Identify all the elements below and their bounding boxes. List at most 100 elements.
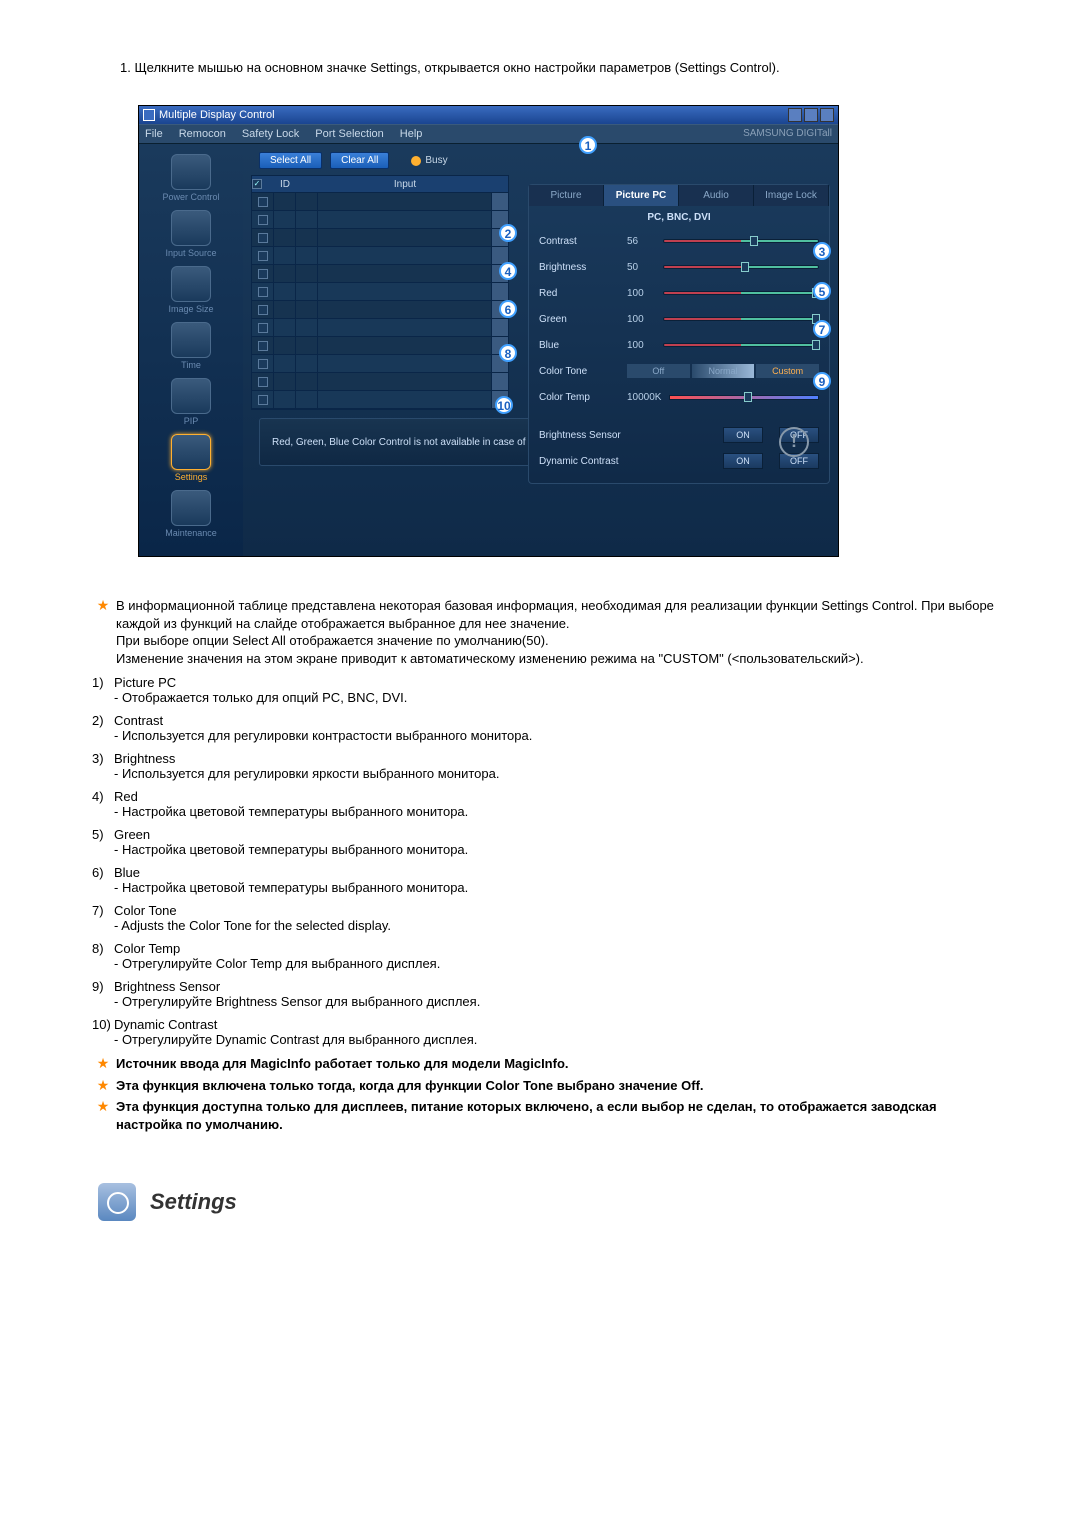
item-number: 5) (92, 827, 114, 857)
row-checkbox[interactable] (258, 233, 268, 243)
brightness-slider[interactable] (663, 265, 819, 269)
item-title: Picture PC (114, 675, 176, 690)
sidebar-item-time[interactable]: Time (139, 322, 243, 370)
panel-tabs: Picture Picture PC Audio Image Lock (529, 185, 829, 206)
row-checkbox[interactable] (258, 377, 268, 387)
row-checkbox[interactable] (258, 323, 268, 333)
menu-remocon[interactable]: Remocon (179, 128, 226, 140)
tab-picture[interactable]: Picture (529, 185, 604, 206)
menu-safety-lock[interactable]: Safety Lock (242, 128, 299, 140)
sidebar-item-image-size[interactable]: Image Size (139, 266, 243, 314)
tab-image-lock[interactable]: Image Lock (754, 185, 829, 206)
item-sub: - Отрегулируйте Dynamic Contrast для выб… (114, 1032, 1000, 1047)
row-checkbox[interactable] (258, 251, 268, 261)
row-checkbox[interactable] (258, 359, 268, 369)
blue-slider[interactable] (663, 343, 819, 347)
item-sub: - Настройка цветовой температуры выбранн… (114, 842, 1000, 857)
toolbar: Select All Clear All Busy (251, 152, 830, 169)
contrast-slider[interactable] (663, 239, 819, 243)
green-slider[interactable] (663, 317, 819, 321)
color-temp-slider[interactable] (669, 395, 819, 400)
star-icon: ★ (90, 1055, 116, 1073)
sidebar-item-maintenance[interactable]: Maintenance (139, 490, 243, 538)
table-row[interactable] (252, 355, 508, 373)
note-text: В информационной таблице представлена не… (116, 597, 1000, 667)
sidebar-item-power-control[interactable]: Power Control (139, 154, 243, 202)
table-row[interactable] (252, 319, 508, 337)
item-sub: - Настройка цветовой температуры выбранн… (114, 804, 1000, 819)
row-checkbox[interactable] (258, 287, 268, 297)
table-row[interactable] (252, 229, 508, 247)
row-checkbox[interactable] (258, 395, 268, 405)
setting-value: 100 (627, 314, 663, 325)
clear-all-button[interactable]: Clear All (330, 152, 389, 169)
checkbox-header[interactable] (252, 179, 262, 189)
table-row[interactable] (252, 373, 508, 391)
table-row[interactable] (252, 265, 508, 283)
item-title: Green (114, 827, 150, 842)
star-note-bold: ★Эта функция включена только тогда, когд… (90, 1077, 1000, 1095)
settings-section-icon (98, 1183, 136, 1221)
grid-header: ID Input (251, 175, 509, 193)
close-icon[interactable] (820, 108, 834, 122)
table-row[interactable] (252, 391, 508, 409)
list-item: 10)Dynamic Contrast- Отрегулируйте Dynam… (92, 1017, 1000, 1047)
list-item: 8)Color Temp- Отрегулируйте Color Temp д… (92, 941, 1000, 971)
callout-6: 6 (499, 300, 517, 318)
menu-port-selection[interactable]: Port Selection (315, 128, 383, 140)
sidebar-item-input-source[interactable]: Input Source (139, 210, 243, 258)
item-sub: - Отрегулируйте Brightness Sensor для вы… (114, 994, 1000, 1009)
table-row[interactable] (252, 193, 508, 211)
busy-indicator: Busy (411, 155, 447, 166)
sidebar: Power Control Input Source Image Size Ti… (139, 144, 243, 556)
on-button[interactable]: ON (723, 453, 763, 469)
col-input[interactable]: Input (318, 179, 492, 190)
row-checkbox[interactable] (258, 197, 268, 207)
table-row[interactable] (252, 283, 508, 301)
color-tone-off[interactable]: Off (627, 364, 690, 378)
callout-7: 7 (813, 320, 831, 338)
minimize-icon[interactable] (788, 108, 802, 122)
numbered-list: 1)Picture PC- Отображается только для оп… (92, 675, 1000, 1047)
window-buttons (788, 108, 834, 122)
callout-8: 8 (499, 344, 517, 362)
list-item: 5)Green- Настройка цветовой температуры … (92, 827, 1000, 857)
list-item: 4)Red- Настройка цветовой температуры вы… (92, 789, 1000, 819)
menu-help[interactable]: Help (400, 128, 423, 140)
row-checkbox[interactable] (258, 341, 268, 351)
item-title: Dynamic Contrast (114, 1017, 217, 1032)
sidebar-item-pip[interactable]: PIP (139, 378, 243, 426)
table-row[interactable] (252, 301, 508, 319)
table-row[interactable] (252, 247, 508, 265)
callout-10: 10 (495, 396, 513, 414)
callout-5: 5 (813, 282, 831, 300)
col-id[interactable]: ID (274, 179, 296, 190)
table-row[interactable] (252, 211, 508, 229)
select-all-button[interactable]: Select All (259, 152, 322, 169)
sidebar-item-settings[interactable]: Settings (139, 434, 243, 482)
tab-audio[interactable]: Audio (679, 185, 754, 206)
setting-brightness: Brightness 50 (529, 255, 829, 281)
maximize-icon[interactable] (804, 108, 818, 122)
color-tone-selector[interactable]: Off Normal Custom (627, 364, 819, 378)
color-tone-normal[interactable]: Normal (692, 364, 755, 378)
busy-label: Busy (425, 155, 447, 166)
table-row[interactable] (252, 337, 508, 355)
list-item: 1)Picture PC- Отображается только для оп… (92, 675, 1000, 705)
color-tone-custom[interactable]: Custom (756, 364, 819, 378)
row-checkbox[interactable] (258, 269, 268, 279)
red-slider[interactable] (663, 291, 819, 295)
tab-picture-pc[interactable]: Picture PC (604, 185, 679, 206)
setting-label: Brightness Sensor (539, 430, 659, 441)
panel-heading: PC, BNC, DVI (529, 206, 829, 229)
setting-contrast: Contrast 56 (529, 229, 829, 255)
menu-file[interactable]: File (145, 128, 163, 140)
on-button[interactable]: ON (723, 427, 763, 443)
row-checkbox[interactable] (258, 215, 268, 225)
setting-green: Green 100 (529, 307, 829, 333)
callout-2: 2 (499, 224, 517, 242)
menu-bar: File Remocon Safety Lock Port Selection … (139, 124, 838, 144)
item-title: Contrast (114, 713, 163, 728)
row-checkbox[interactable] (258, 305, 268, 315)
app-title: Multiple Display Control (159, 109, 788, 121)
